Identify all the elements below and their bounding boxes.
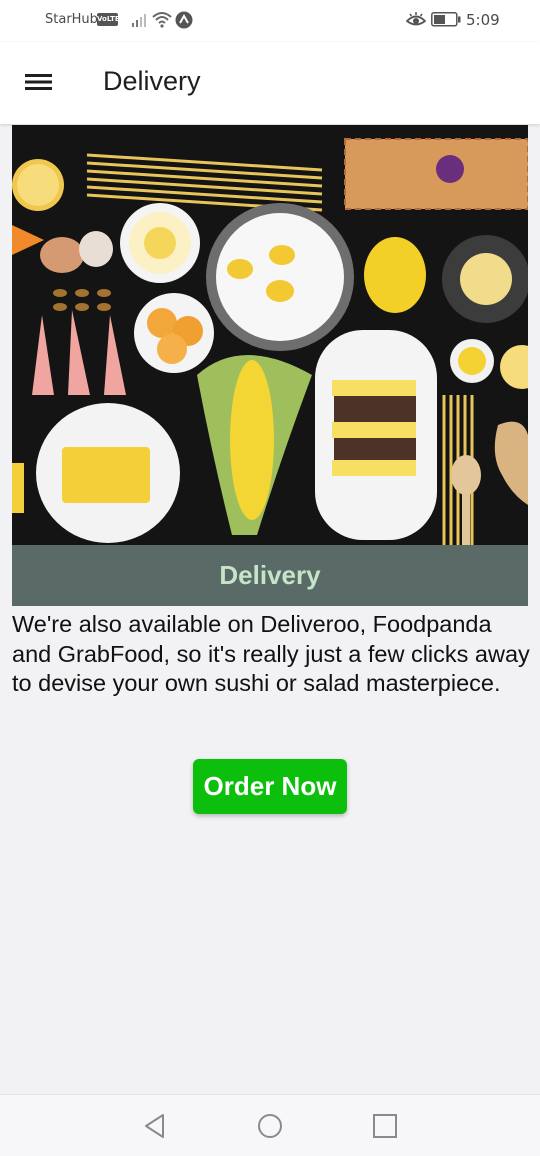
delivery-description: We're also available on Deliveroo, Foodp… (12, 611, 530, 696)
wifi-icon (152, 12, 172, 28)
page-title: Delivery (103, 66, 201, 96)
hero-food-image (12, 125, 528, 545)
carrier-name: StarHub (45, 12, 98, 27)
system-navigation-bar (0, 1094, 540, 1156)
recent-apps-icon[interactable] (370, 1111, 400, 1141)
app-bar: Delivery (0, 42, 540, 124)
hamburger-menu-icon[interactable] (22, 67, 56, 97)
notification-icon (175, 11, 193, 29)
hero-caption-bar: Delivery (12, 545, 528, 606)
hero-caption: Delivery (219, 560, 321, 590)
volte-badge: VoLTE (97, 13, 120, 26)
home-icon[interactable] (255, 1111, 285, 1141)
eye-comfort-icon (406, 12, 426, 26)
battery-icon (431, 12, 461, 27)
signal-icon (132, 14, 146, 27)
status-bar: StarHub VoLTE 5:09 (0, 0, 540, 42)
order-now-button[interactable]: Order Now (193, 759, 347, 814)
screen: StarHub VoLTE 5:09 Delivery Delivery We'… (0, 0, 540, 1156)
back-icon[interactable] (140, 1111, 170, 1141)
status-time: 5:09 (466, 11, 500, 29)
